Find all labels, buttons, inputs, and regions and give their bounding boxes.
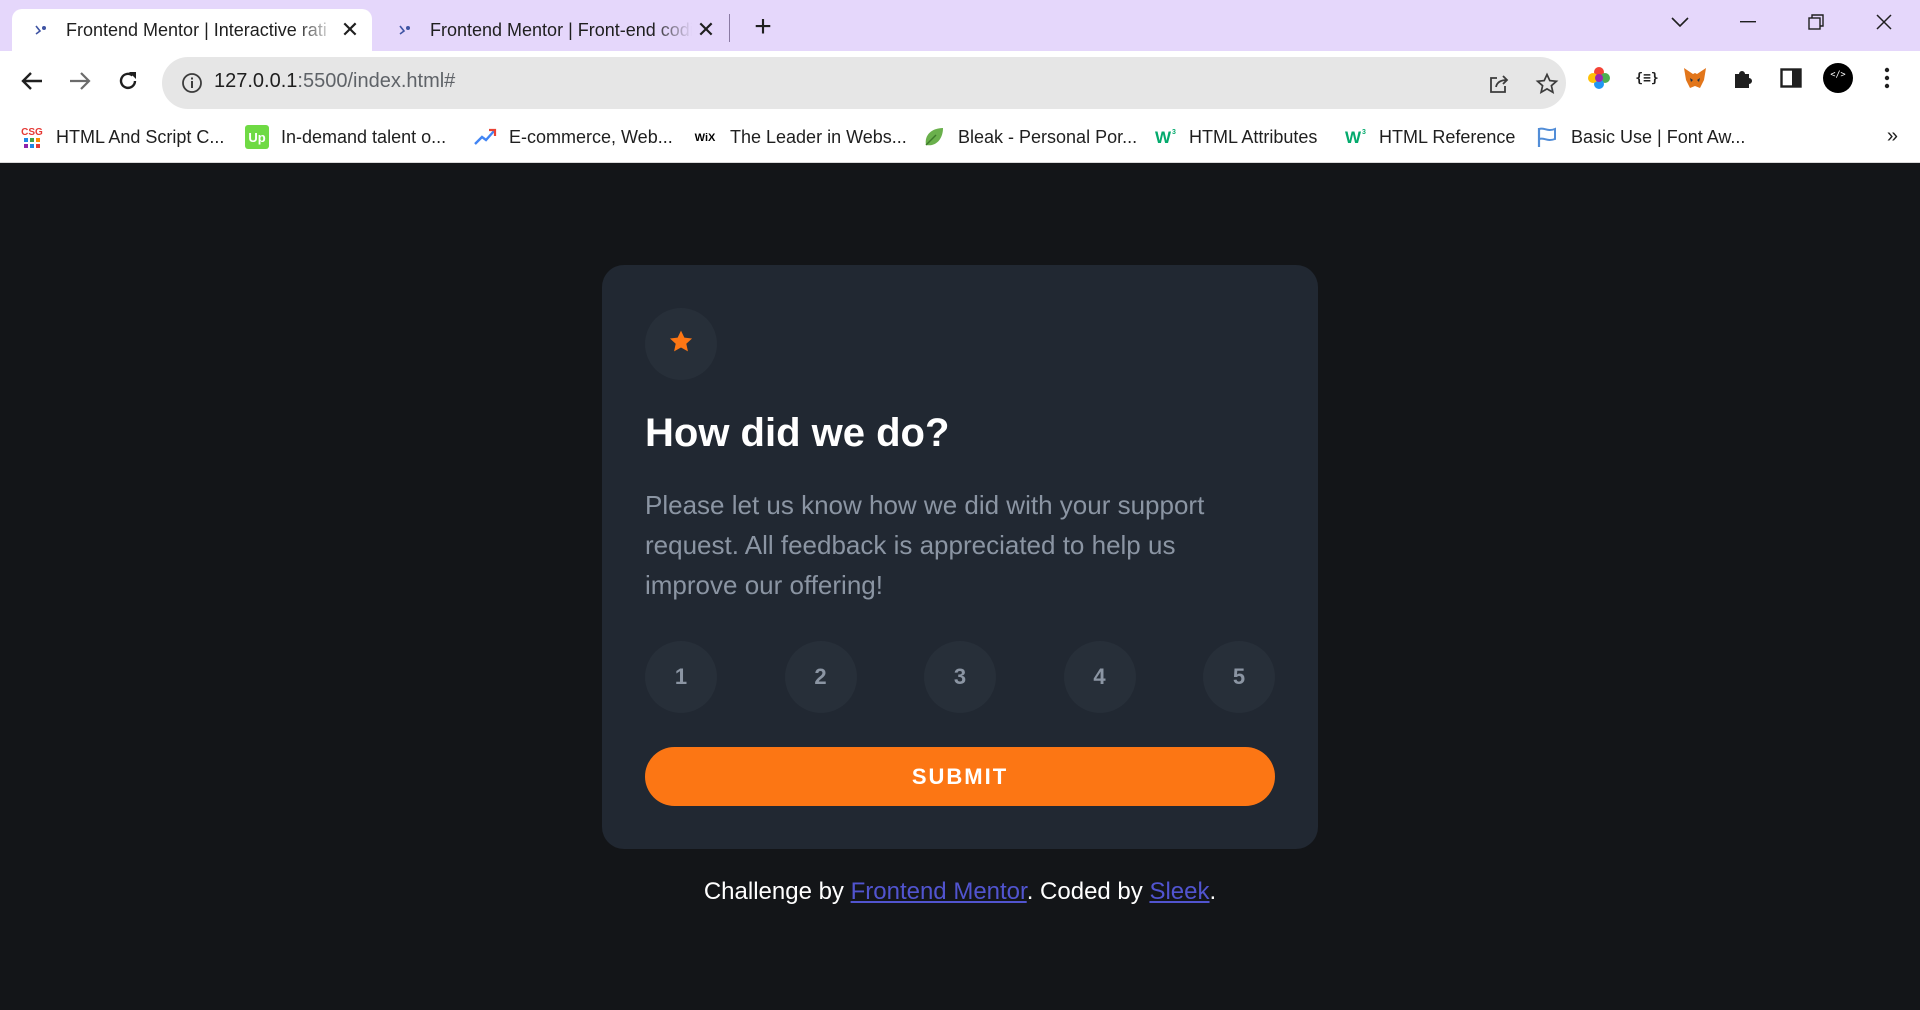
tab-strip: Frontend Mentor | Interactive rati ✕ Fro… xyxy=(0,0,1920,51)
close-tab-icon[interactable]: ✕ xyxy=(692,16,720,44)
profile-avatar[interactable]: </> xyxy=(1823,63,1853,93)
w3schools-icon: W3 xyxy=(1153,125,1177,149)
rating-card: How did we do? Please let us know how we… xyxy=(602,265,1318,849)
share-icon[interactable] xyxy=(1484,69,1514,99)
attribution-suffix: . xyxy=(1209,878,1217,905)
bookmark-item[interactable]: WiX The Leader in Webs... xyxy=(692,123,907,151)
rating-button-5[interactable]: 5 xyxy=(1203,641,1275,713)
bookmarks-bar: CSG HTML And Script C... Up In-demand ta… xyxy=(0,111,1920,163)
attribution: Challenge by Frontend Mentor. Coded by S… xyxy=(0,878,1920,906)
forward-icon[interactable] xyxy=(62,63,98,99)
bookmark-label: The Leader in Webs... xyxy=(730,126,907,147)
bookmark-star-icon[interactable] xyxy=(1532,69,1562,99)
svg-text:CSG: CSG xyxy=(21,127,43,138)
upwork-icon: Up xyxy=(245,125,269,149)
flag-icon xyxy=(1535,125,1559,149)
attribution-prefix: Challenge by xyxy=(703,878,851,905)
bookmark-label: HTML Attributes xyxy=(1189,126,1318,147)
bookmark-label: Basic Use | Font Aw... xyxy=(1571,126,1746,147)
bookmark-label: Bleak - Personal Por... xyxy=(958,126,1138,147)
bookmark-item[interactable]: Basic Use | Font Aw... xyxy=(1535,123,1745,151)
json-viewer-extension-icon[interactable]: {≡} xyxy=(1632,63,1662,93)
reload-icon[interactable] xyxy=(110,63,146,99)
url-path: :5500/index.html# xyxy=(297,70,456,92)
tab-separator xyxy=(729,14,730,42)
rating-options: 1 2 3 4 5 xyxy=(645,641,1275,713)
rating-button-2[interactable]: 2 xyxy=(784,641,857,713)
bookmark-label: HTML And Script C... xyxy=(56,126,225,147)
restore-icon[interactable] xyxy=(1796,4,1836,40)
metamask-extension-icon[interactable] xyxy=(1680,63,1710,93)
bookmark-item[interactable]: W3 HTML Reference xyxy=(1343,123,1515,151)
bookmark-item[interactable]: W3 HTML Attributes xyxy=(1153,123,1317,151)
frontend-mentor-link[interactable]: Frontend Mentor xyxy=(851,878,1027,905)
card-description: Please let us know how we did with your … xyxy=(645,490,1205,600)
tab-title: Frontend Mentor | Front-end codi xyxy=(430,19,692,40)
page-viewport: How did we do? Please let us know how we… xyxy=(0,164,1920,1010)
svg-text:3: 3 xyxy=(1172,129,1176,136)
side-panel-icon[interactable] xyxy=(1776,63,1806,93)
svg-text:Up: Up xyxy=(248,130,265,145)
bookmark-item[interactable]: E-commerce, Web... xyxy=(473,123,673,151)
frontend-mentor-favicon-icon xyxy=(30,19,52,41)
attribution-middle: . Coded by xyxy=(1026,878,1150,905)
star-badge xyxy=(645,308,717,380)
svg-text:W: W xyxy=(1155,128,1172,147)
tab-search-chevron-icon[interactable] xyxy=(1660,4,1700,40)
rating-button-4[interactable]: 4 xyxy=(1063,641,1136,713)
tab-title: Frontend Mentor | Interactive rati xyxy=(66,19,327,40)
tab-interactive-rating[interactable]: Frontend Mentor | Interactive rati ✕ xyxy=(12,9,372,51)
svg-text:3: 3 xyxy=(1362,129,1366,136)
w3schools-icon: W3 xyxy=(1343,125,1367,149)
star-icon xyxy=(668,329,694,360)
leaf-icon xyxy=(922,125,946,149)
bookmark-label: E-commerce, Web... xyxy=(509,126,673,147)
bookmark-item[interactable]: CSG HTML And Script C... xyxy=(20,123,224,151)
tab-frontend-challenges[interactable]: Frontend Mentor | Front-end codi ✕ xyxy=(376,9,728,51)
svg-text:W: W xyxy=(1345,128,1362,147)
bookmark-label: HTML Reference xyxy=(1379,126,1516,147)
bookmark-item[interactable]: Up In-demand talent o... xyxy=(245,123,446,151)
url-host: 127.0.0.1 xyxy=(214,70,298,92)
extensions-puzzle-icon[interactable] xyxy=(1728,63,1758,93)
rating-button-1[interactable]: 1 xyxy=(645,641,717,713)
color-picker-extension-icon[interactable] xyxy=(1584,63,1614,93)
submit-button[interactable]: SUBMIT xyxy=(645,747,1275,806)
address-url[interactable]: 127.0.0.1:5500/index.html# xyxy=(214,70,455,93)
rating-button-3[interactable]: 3 xyxy=(924,641,996,713)
csg-icon: CSG xyxy=(20,125,44,149)
svg-text:</>: </> xyxy=(1830,69,1845,79)
frontend-mentor-favicon-icon xyxy=(394,19,416,41)
new-tab-icon[interactable]: + xyxy=(746,10,780,44)
card-title: How did we do? xyxy=(645,411,950,455)
wix-icon: WiX xyxy=(692,125,718,149)
back-icon[interactable] xyxy=(14,63,50,99)
svg-text:WiX: WiX xyxy=(695,132,716,144)
address-bar[interactable]: 127.0.0.1:5500/index.html# xyxy=(162,57,1566,109)
minimize-icon[interactable] xyxy=(1728,4,1768,40)
author-link[interactable]: Sleek xyxy=(1149,878,1209,905)
bookmarks-overflow-icon[interactable]: » xyxy=(1887,125,1898,148)
bookmark-item[interactable]: Bleak - Personal Por... xyxy=(922,123,1137,151)
close-window-icon[interactable] xyxy=(1864,4,1904,40)
bookmark-label: In-demand talent o... xyxy=(281,126,447,147)
close-tab-icon[interactable]: ✕ xyxy=(336,16,364,44)
trend-icon xyxy=(473,125,497,149)
site-info-icon[interactable] xyxy=(180,71,204,95)
menu-kebab-icon[interactable] xyxy=(1872,63,1902,93)
